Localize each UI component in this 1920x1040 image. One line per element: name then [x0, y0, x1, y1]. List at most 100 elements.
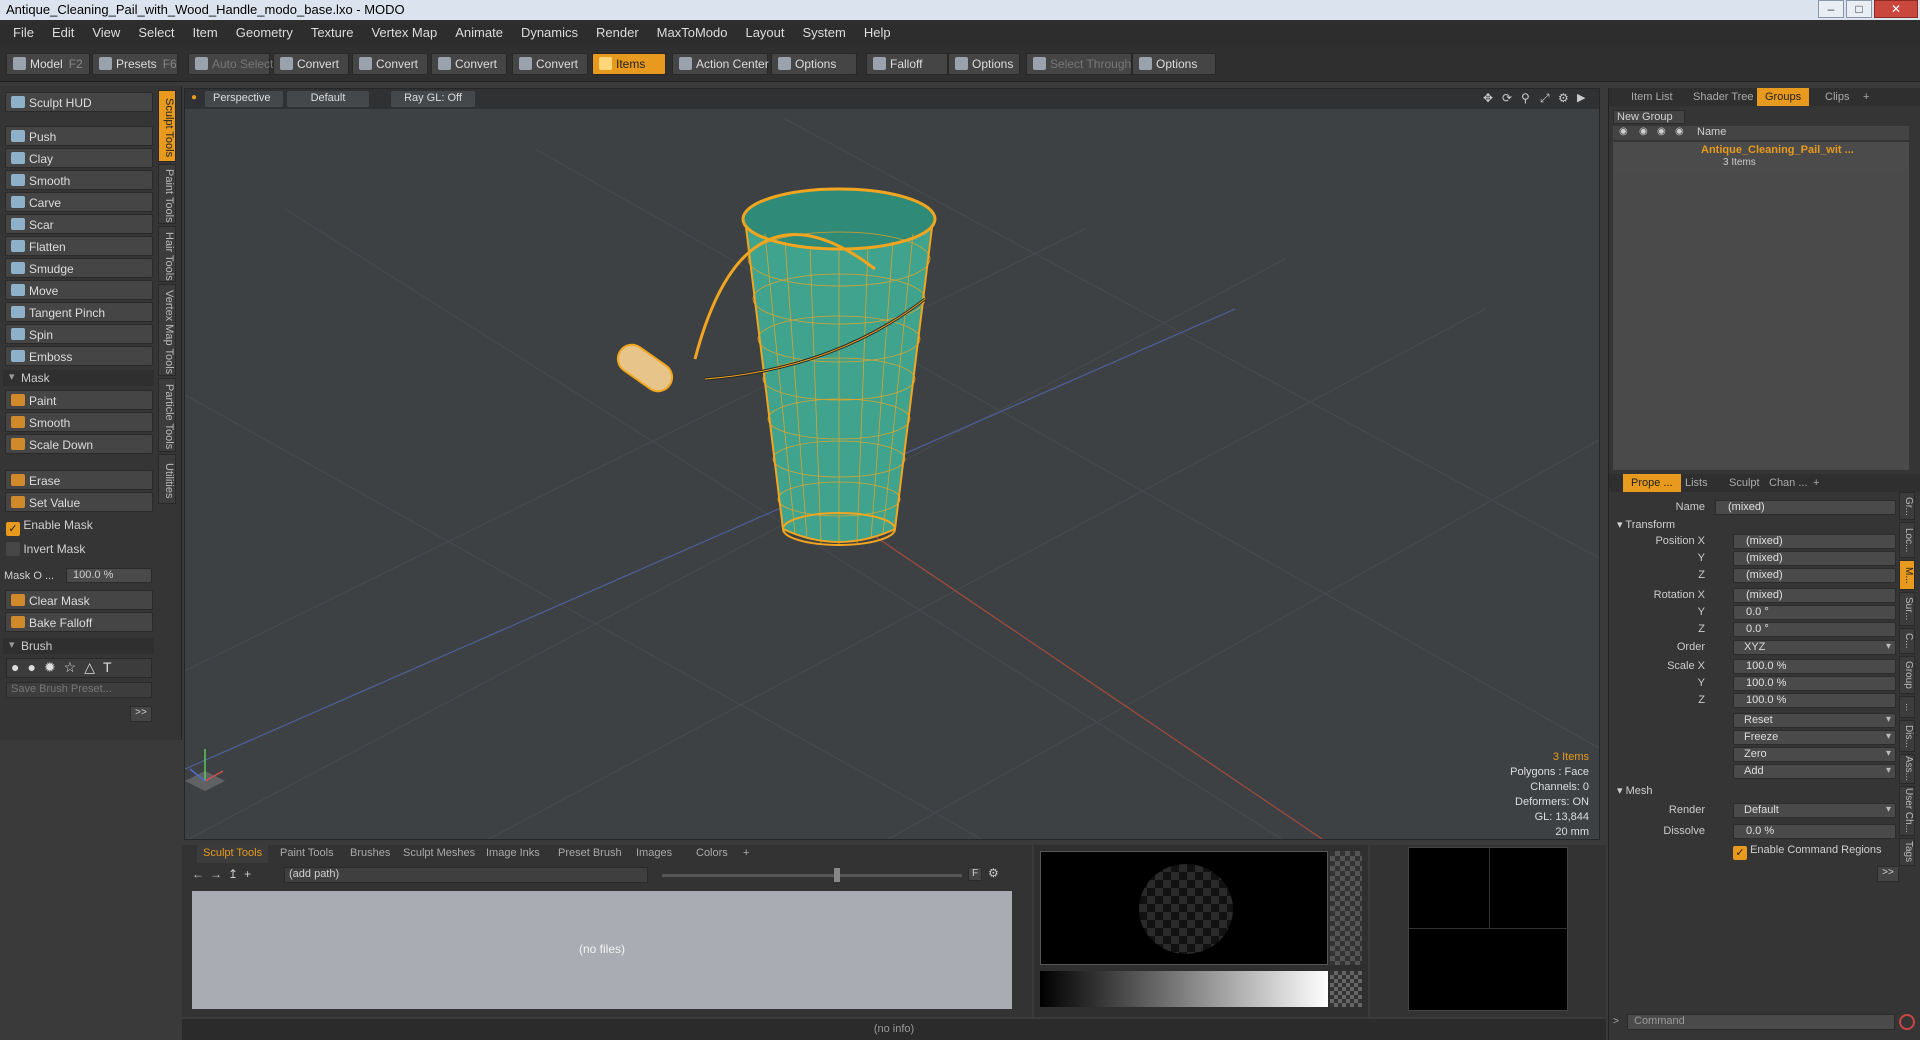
scale-x-field[interactable]: 100.0 % — [1733, 659, 1896, 674]
side-tab-group[interactable]: Gr... — [1899, 492, 1915, 520]
side-tab-user-channels[interactable]: User Ch... — [1899, 786, 1915, 836]
tab-clips[interactable]: Clips — [1817, 88, 1857, 106]
items-mode-button[interactable]: Items — [592, 53, 666, 75]
model-button[interactable]: Model F2 — [6, 53, 90, 75]
menu-dynamics[interactable]: Dynamics — [512, 25, 587, 40]
raygl-dropdown[interactable]: Ray GL: Off — [391, 91, 475, 107]
menu-select[interactable]: Select — [129, 25, 183, 40]
pan-icon[interactable]: ✥ — [1483, 91, 1493, 105]
shading-dropdown[interactable]: Default — [287, 91, 369, 107]
action-center-options-button[interactable]: Options — [771, 53, 857, 75]
falloff-options-button[interactable]: Options — [948, 53, 1020, 75]
mask-opacity-field[interactable]: 100.0 % — [66, 568, 152, 583]
tab-groups[interactable]: Groups — [1757, 88, 1810, 106]
mesh-section-header[interactable]: ▾ Mesh — [1617, 784, 1652, 797]
tab-brushes[interactable]: Brushes — [344, 845, 396, 863]
rotation-z-field[interactable]: 0.0 ° — [1733, 622, 1896, 637]
presets-button[interactable]: Presets F6 — [92, 53, 178, 75]
add-tab-button[interactable]: + — [1805, 474, 1827, 492]
more-properties-button[interactable]: >> — [1877, 866, 1899, 882]
zero-dropdown[interactable]: Zero — [1733, 747, 1896, 762]
select-through-button[interactable]: Select Through — [1026, 53, 1132, 75]
side-tab-more[interactable]: ... — [1899, 696, 1915, 718]
menu-item[interactable]: Item — [183, 25, 226, 40]
groups-list-area[interactable] — [1613, 170, 1909, 470]
menu-file[interactable]: File — [4, 25, 43, 40]
menu-system[interactable]: System — [794, 25, 855, 40]
menu-edit[interactable]: Edit — [43, 25, 83, 40]
gear-icon[interactable]: ⚙ — [1558, 91, 1569, 105]
tool-emboss[interactable]: Emboss — [5, 346, 153, 366]
procedural-brush-icon[interactable]: △ — [84, 659, 103, 675]
side-tab-assembly[interactable]: Ass... — [1899, 754, 1915, 784]
convert-edges-button[interactable]: Convert — [352, 53, 428, 75]
hard-brush-icon[interactable]: ● — [27, 659, 43, 675]
dissolve-field[interactable]: 0.0 % — [1733, 824, 1896, 839]
invert-mask-checkbox[interactable]: Invert Mask — [6, 542, 85, 556]
freeze-dropdown[interactable]: Freeze — [1733, 730, 1896, 745]
tab-item-list[interactable]: Item List — [1623, 88, 1681, 106]
sculpt-hud-button[interactable]: Sculpt HUD — [5, 92, 153, 112]
menu-view[interactable]: View — [83, 25, 129, 40]
menu-texture[interactable]: Texture — [302, 25, 363, 40]
record-icon[interactable] — [1899, 1014, 1915, 1030]
tab-utilities[interactable]: Utilities — [158, 454, 176, 504]
rotation-x-field[interactable]: (mixed) — [1733, 588, 1896, 603]
tool-tangent-pinch[interactable]: Tangent Pinch — [5, 302, 153, 322]
browser-gear-icon[interactable]: ⚙ — [988, 866, 999, 880]
convert-vertices-button[interactable]: Convert — [273, 53, 349, 75]
order-dropdown[interactable]: XYZ — [1733, 640, 1896, 655]
tab-hair-tools[interactable]: Hair Tools — [158, 226, 176, 282]
3d-viewport[interactable]: ● Perspective Default Ray GL: Off ✥ ⟳ ⚲ … — [184, 88, 1600, 840]
select-icon[interactable]: ◉ — [1657, 126, 1666, 137]
add-tab-button[interactable]: + — [1855, 88, 1877, 106]
expand-icon[interactable]: ▶ — [1577, 91, 1585, 104]
tab-colors[interactable]: Colors — [690, 845, 734, 863]
mask-erase[interactable]: Erase — [5, 470, 153, 490]
render-dropdown[interactable]: Default — [1733, 803, 1896, 818]
star-brush-icon[interactable]: ☆ — [64, 659, 85, 675]
tool-clay[interactable]: Clay — [5, 148, 153, 168]
position-y-field[interactable]: (mixed) — [1733, 551, 1896, 566]
rotate-icon[interactable]: ⟳ — [1502, 91, 1512, 105]
command-input[interactable]: Command — [1627, 1014, 1895, 1030]
group-row[interactable]: Antique_Cleaning_Pail_wit ... 3 Items — [1613, 142, 1909, 170]
perspective-dropdown[interactable]: Perspective — [205, 91, 283, 107]
auto-select-button[interactable]: Auto Select — [188, 53, 273, 75]
menu-vertex-map[interactable]: Vertex Map — [362, 25, 446, 40]
tool-scar[interactable]: Scar — [5, 214, 153, 234]
up-folder-icon[interactable]: ↥ — [228, 867, 244, 881]
tool-push[interactable]: Push — [5, 126, 153, 146]
menu-layout[interactable]: Layout — [736, 25, 793, 40]
menu-render[interactable]: Render — [587, 25, 648, 40]
render-icon[interactable]: ◉ — [1675, 126, 1684, 137]
more-button[interactable]: >> — [130, 706, 152, 722]
name-field[interactable]: (mixed) — [1715, 500, 1896, 515]
side-tab-display[interactable]: Dis... — [1899, 720, 1915, 752]
save-brush-preset-field[interactable]: Save Brush Preset... — [6, 682, 152, 698]
lock-icon[interactable]: ◉ — [1639, 126, 1648, 137]
menu-help[interactable]: Help — [855, 25, 900, 40]
add-dropdown[interactable]: Add — [1733, 764, 1896, 779]
menu-maxtomodo[interactable]: MaxToModo — [648, 25, 737, 40]
tab-paint-tools[interactable]: Paint Tools — [158, 164, 176, 224]
scale-y-field[interactable]: 100.0 % — [1733, 676, 1896, 691]
soft-brush-icon[interactable]: ● — [11, 659, 27, 675]
position-z-field[interactable]: (mixed) — [1733, 568, 1896, 583]
visibility-eye-icon[interactable]: ◉ — [1619, 126, 1628, 137]
tab-images[interactable]: Images — [630, 845, 678, 863]
enable-command-regions-checkbox[interactable]: ✓ Enable Command Regions — [1733, 844, 1882, 860]
mask-section-header[interactable]: Mask — [3, 370, 154, 386]
scale-z-field[interactable]: 100.0 % — [1733, 693, 1896, 708]
mask-scale-down[interactable]: Scale Down — [5, 434, 153, 454]
falloff-button[interactable]: Falloff — [866, 53, 948, 75]
text-brush-icon[interactable]: T — [103, 659, 120, 675]
tab-image-inks[interactable]: Image Inks — [480, 845, 546, 863]
menu-geometry[interactable]: Geometry — [227, 25, 302, 40]
tab-shader-tree[interactable]: Shader Tree — [1685, 88, 1762, 106]
mask-paint[interactable]: Paint — [5, 390, 153, 410]
close-button[interactable]: ✕ — [1874, 0, 1918, 18]
clear-mask-button[interactable]: Clear Mask — [5, 590, 153, 610]
brush-section-header[interactable]: Brush — [3, 638, 154, 654]
maximize-view-icon[interactable]: ⤢ — [1540, 91, 1550, 106]
